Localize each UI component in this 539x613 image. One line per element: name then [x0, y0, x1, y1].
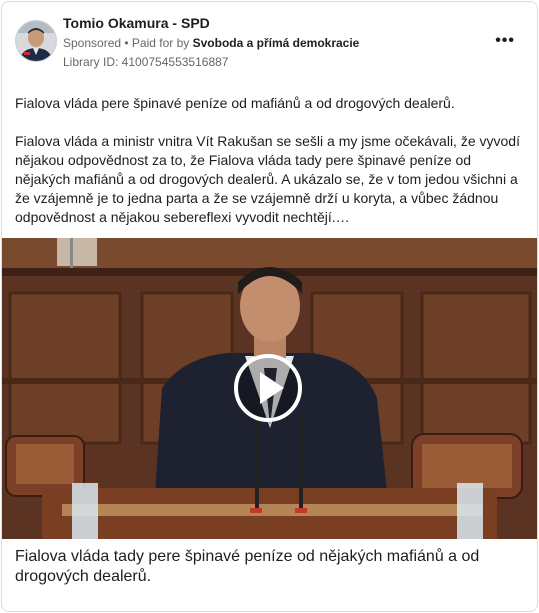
- play-icon[interactable]: [234, 354, 302, 422]
- more-horizontal-icon[interactable]: •••: [495, 32, 515, 50]
- post-headline: Fialova vláda pere špinavé peníze od maf…: [15, 95, 455, 111]
- post-body: Fialova vláda pere špinavé peníze od maf…: [15, 94, 525, 227]
- library-id: Library ID: 4100754553516887: [63, 55, 229, 69]
- post-header: Tomio Okamura - SPD Sponsored • Paid for…: [2, 2, 537, 78]
- avatar[interactable]: [15, 20, 57, 62]
- sponsor-line: Sponsored • Paid for by Svoboda a přímá …: [63, 36, 359, 50]
- paid-for-prefix: Paid for by: [131, 36, 193, 50]
- video-caption: Fialova vláda tady pere špinavé peníze o…: [15, 548, 480, 585]
- separator: •: [121, 36, 132, 50]
- author-name[interactable]: Tomio Okamura - SPD: [63, 15, 210, 31]
- paid-for-name[interactable]: Svoboda a přímá demokracie: [193, 36, 360, 50]
- post-paragraph: Fialova vláda a ministr vnitra Vít Rakuš…: [15, 133, 520, 225]
- sponsored-label: Sponsored: [63, 36, 122, 50]
- video-player[interactable]: [2, 238, 537, 539]
- ad-card: Tomio Okamura - SPD Sponsored • Paid for…: [1, 1, 538, 612]
